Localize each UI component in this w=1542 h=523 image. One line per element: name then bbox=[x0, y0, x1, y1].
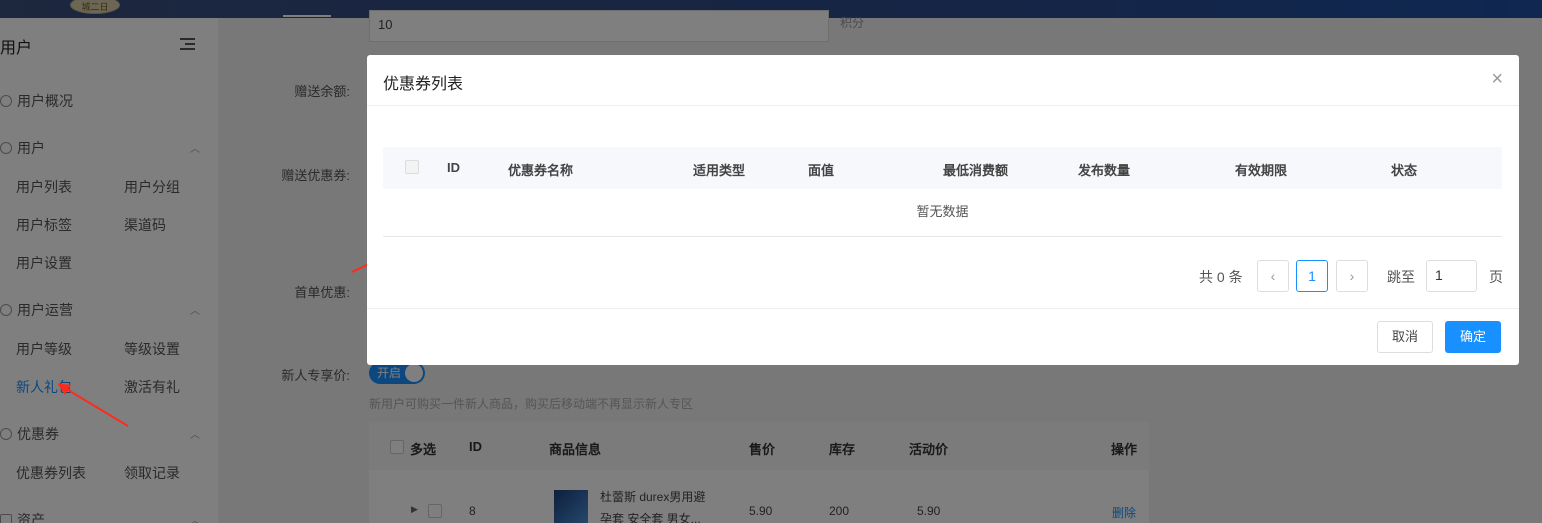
coupon-table-header: ID 优惠券名称 适用类型 面值 最低消费额 发布数量 有效期限 状态 bbox=[383, 147, 1502, 189]
modal-title: 优惠券列表 bbox=[383, 76, 464, 93]
jump-to-label: 跳至 bbox=[1387, 269, 1415, 285]
pager-total: 共 0 条 bbox=[1199, 269, 1243, 285]
page-1-button[interactable]: 1 bbox=[1296, 260, 1328, 292]
col-issue-count: 发布数量 bbox=[1078, 163, 1131, 178]
prev-page-button[interactable]: ‹ bbox=[1257, 260, 1289, 292]
coupon-list-modal: 优惠券列表 × ID 优惠券名称 适用类型 面值 最低消费额 发布数量 有效期限… bbox=[367, 55, 1519, 365]
empty-state: 暂无数据 bbox=[383, 189, 1502, 237]
jump-page-input[interactable]: 1 bbox=[1426, 260, 1477, 292]
confirm-button[interactable]: 确定 bbox=[1445, 321, 1501, 353]
col-status: 状态 bbox=[1391, 163, 1418, 178]
close-icon[interactable]: × bbox=[1491, 69, 1503, 89]
divider bbox=[367, 308, 1519, 309]
col-min-spend: 最低消费额 bbox=[943, 163, 1009, 178]
next-page-button[interactable]: › bbox=[1336, 260, 1368, 292]
col-face-value: 面值 bbox=[808, 163, 835, 178]
col-validity: 有效期限 bbox=[1235, 163, 1288, 178]
divider bbox=[367, 105, 1519, 106]
cancel-button[interactable]: 取消 bbox=[1377, 321, 1433, 353]
select-all-checkbox[interactable] bbox=[405, 160, 419, 174]
col-id: ID bbox=[447, 160, 460, 175]
page-unit-label: 页 bbox=[1489, 269, 1503, 285]
col-applicable-type: 适用类型 bbox=[693, 163, 746, 178]
col-coupon-name: 优惠券名称 bbox=[508, 163, 574, 178]
